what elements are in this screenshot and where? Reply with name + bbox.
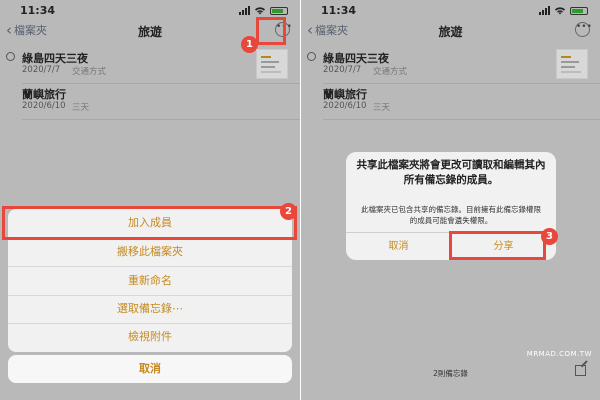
note-subtitle: 交通方式 xyxy=(373,67,408,77)
left-screen: 11:34 ‹ 檔案夾 旅遊 ••• 1 綠島四天三夜 2020/7/7 交通方… xyxy=(0,0,300,400)
battery-icon xyxy=(570,6,588,15)
note-date: 2020/6/10 xyxy=(323,101,367,111)
status-time: 11:34 xyxy=(321,4,357,17)
note-row[interactable]: 綠島四天三夜 2020/7/7 交通方式 xyxy=(0,48,300,84)
note-row[interactable]: 蘭嶼旅行 2020/6/10 三天 xyxy=(0,84,300,120)
status-icons xyxy=(239,6,288,15)
note-thumbnail xyxy=(256,49,288,79)
cancel-button[interactable]: 取消 xyxy=(8,355,292,383)
note-title: 綠島四天三夜 xyxy=(323,52,389,65)
share-button-highlight xyxy=(449,231,546,260)
watermark: MRMAD.COM.TW xyxy=(526,350,592,358)
divider xyxy=(22,119,300,120)
wifi-icon xyxy=(555,7,565,15)
notes-count: 2則備忘錄 xyxy=(433,369,468,378)
status-icons xyxy=(539,6,588,15)
alert-message: 此檔案夾已包含共享的備忘錄。目前擁有此備忘錄權限的成員可能會遺失權限。 xyxy=(361,205,541,225)
status-bar: 11:34 xyxy=(0,4,300,20)
divider xyxy=(323,119,600,120)
alert-cancel-button[interactable]: 取消 xyxy=(346,233,451,260)
note-date: 2020/7/7 xyxy=(323,65,362,75)
shared-person-icon xyxy=(6,52,15,61)
shared-person-icon xyxy=(307,52,316,61)
note-date: 2020/6/10 xyxy=(22,101,66,111)
compose-icon[interactable] xyxy=(575,365,586,376)
alert-title: 共享此檔案夾將會更改可讀取和編輯其內所有備忘錄的成員。 xyxy=(356,159,546,186)
note-row[interactable]: 蘭嶼旅行 2020/6/10 三天 xyxy=(301,84,600,120)
add-member-highlight xyxy=(2,206,297,240)
note-title: 蘭嶼旅行 xyxy=(22,88,66,101)
signal-icon xyxy=(239,6,250,15)
action-rename[interactable]: 重新命名 xyxy=(8,267,292,296)
status-time: 11:34 xyxy=(20,4,56,17)
action-view-attachments[interactable]: 檢視附件 xyxy=(8,323,292,351)
note-title: 蘭嶼旅行 xyxy=(323,88,367,101)
status-bar: 11:34 xyxy=(301,4,600,20)
right-screen: 11:34 ‹ 檔案夾 旅遊 ••• 綠島四天三夜 2020/7/7 交通方式 … xyxy=(300,0,600,400)
note-title: 綠島四天三夜 xyxy=(22,52,88,65)
signal-icon xyxy=(539,6,550,15)
note-subtitle: 三天 xyxy=(72,103,90,113)
wifi-icon xyxy=(255,7,265,15)
action-select-notes[interactable]: 選取備忘錄⋯ xyxy=(8,295,292,324)
action-move-folder[interactable]: 搬移此檔案夾 xyxy=(8,238,292,267)
ellipsis-circle-icon[interactable]: ••• xyxy=(575,22,592,37)
note-subtitle: 三天 xyxy=(373,103,391,113)
note-date: 2020/7/7 xyxy=(22,65,61,75)
step-badge-3: 3 xyxy=(541,228,558,245)
more-button-highlight xyxy=(256,17,286,45)
note-row[interactable]: 綠島四天三夜 2020/7/7 交通方式 xyxy=(301,48,600,84)
page-title: 旅遊 xyxy=(438,25,463,39)
step-badge-2: 2 xyxy=(280,203,297,220)
note-subtitle: 交通方式 xyxy=(72,67,107,77)
battery-icon xyxy=(270,6,288,15)
note-thumbnail xyxy=(556,49,588,79)
nav-bar: ‹ 檔案夾 旅遊 ••• xyxy=(301,20,600,42)
